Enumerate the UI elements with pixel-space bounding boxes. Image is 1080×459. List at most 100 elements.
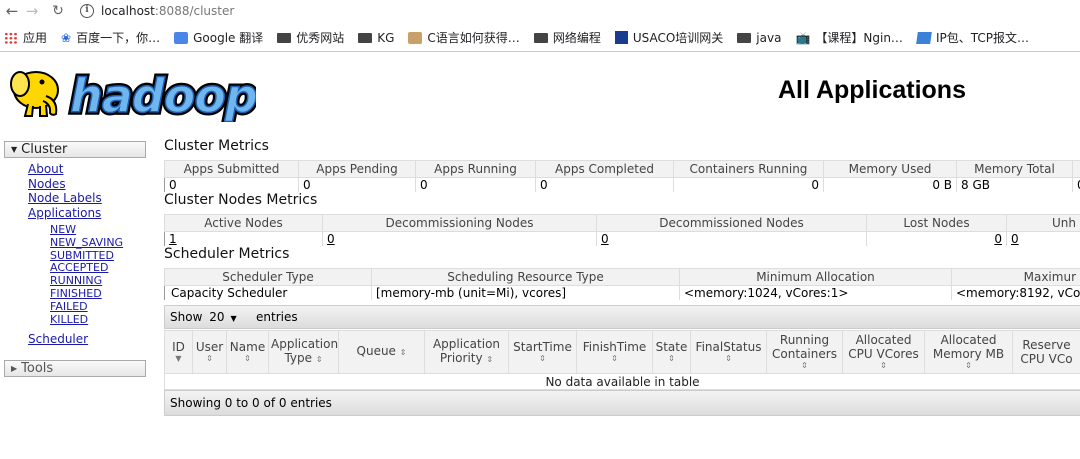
col-state[interactable]: State ⇕ bbox=[652, 330, 691, 374]
col-label: Name bbox=[229, 340, 266, 354]
reload-icon[interactable]: ↻ bbox=[48, 0, 68, 22]
nodes-metrics-title: Cluster Nodes Metrics bbox=[164, 192, 318, 208]
link-active-nodes[interactable]: 1 bbox=[169, 232, 177, 246]
elephant-icon bbox=[10, 71, 59, 117]
nav-state-failed[interactable]: FAILED bbox=[50, 300, 123, 314]
bookmark-label: java bbox=[756, 30, 782, 45]
col-allocated-memory-mb[interactable]: Allocated Memory MB ⇕ bbox=[924, 330, 1013, 374]
col-reserved-cpu-vcores[interactable]: Reserve CPU VCo bbox=[1012, 330, 1080, 374]
col-apps-running: Apps Running bbox=[415, 160, 536, 178]
nav-link-about[interactable]: About bbox=[28, 162, 102, 177]
col-maximum-allocation: Maximur bbox=[951, 268, 1080, 286]
hadoop-logo[interactable]: hadoop hadoop bbox=[6, 60, 256, 122]
sort-both-icon: ⇕ bbox=[315, 355, 323, 364]
bookmark-label: 【课程】Ngin… bbox=[815, 31, 903, 45]
bookmark-baidu[interactable]: ❀ 百度一下，你… bbox=[61, 29, 160, 46]
link-unhealthy-nodes[interactable]: 0 bbox=[1011, 232, 1019, 246]
bookmark-label: USACO培训网关 bbox=[632, 31, 724, 45]
val-memory-total: 8 GB bbox=[956, 177, 1073, 192]
bookmark-label: IP包、TCP报文… bbox=[935, 31, 1029, 45]
bookmark-usaco[interactable]: USACO培训网关 bbox=[614, 29, 724, 46]
val-containers-running: 0 bbox=[673, 177, 824, 192]
val-scheduling-resource-type: [memory-mb (unit=Mi), vcores] bbox=[371, 285, 680, 300]
nav-link-applications[interactable]: Applications bbox=[28, 206, 102, 221]
entries-label: entries bbox=[256, 310, 298, 324]
nav-cluster-label: Cluster bbox=[21, 142, 68, 157]
col-start-time[interactable]: StartTime ⇕ bbox=[508, 330, 577, 374]
sort-both-icon: ⇕ bbox=[801, 361, 808, 370]
apps-length-toolbar: Show 20 ▼ entries bbox=[164, 305, 1080, 329]
bookmark-folder-kg[interactable]: KG bbox=[358, 31, 394, 45]
folder-icon bbox=[358, 32, 373, 43]
bookmark-folder-sites[interactable]: 优秀网站 bbox=[277, 29, 344, 46]
sort-both-icon: ⇕ bbox=[880, 361, 887, 370]
folder-icon bbox=[277, 32, 292, 43]
col-memory-used: Memory Used bbox=[823, 160, 957, 178]
nav-cluster-list: About Nodes Node Labels Applications bbox=[28, 162, 102, 220]
page-size-select[interactable]: 20 ▼ bbox=[209, 306, 249, 330]
col-label: Application Type bbox=[271, 337, 339, 365]
nav-state-new-saving[interactable]: NEW_SAVING bbox=[50, 236, 123, 250]
link-decommissioning-nodes[interactable]: 0 bbox=[327, 232, 335, 246]
col-application-priority[interactable]: Application Priority ⇕ bbox=[424, 330, 509, 374]
sort-both-icon: ⇕ bbox=[965, 361, 972, 370]
col-running-containers[interactable]: Running Containers ⇕ bbox=[766, 330, 843, 374]
nav-cluster-toggle[interactable]: ▼ Cluster bbox=[4, 141, 146, 158]
col-name[interactable]: Name ⇕ bbox=[226, 330, 269, 374]
bookmark-folder-java[interactable]: java bbox=[737, 31, 781, 45]
col-finish-time[interactable]: FinishTime ⇕ bbox=[576, 330, 653, 374]
bookmark-label: 优秀网站 bbox=[296, 31, 345, 45]
nav-state-new[interactable]: NEW bbox=[50, 223, 123, 237]
link-lost-nodes[interactable]: 0 bbox=[994, 232, 1002, 246]
col-label: FinalStatus bbox=[695, 340, 762, 354]
forward-arrow-icon[interactable]: → bbox=[22, 0, 42, 22]
dropdown-arrow-icon: ▼ bbox=[230, 314, 237, 323]
col-application-type[interactable]: Application Type ⇕ bbox=[268, 330, 339, 374]
bookmark-ip-tcp[interactable]: IP包、TCP报文… bbox=[916, 29, 1029, 46]
back-arrow-icon[interactable]: ← bbox=[2, 0, 22, 22]
col-containers-running: Containers Running bbox=[673, 160, 824, 178]
bookmarks-bar: 应用 ❀ 百度一下，你… Google 翻译 优秀网站 KG C语言如何获得… 网… bbox=[0, 24, 1080, 52]
col-overflow bbox=[1072, 160, 1080, 178]
col-label: Queue bbox=[356, 344, 396, 358]
address-bar[interactable]: localhost:8088/cluster bbox=[101, 4, 234, 18]
sort-both-icon: ⇕ bbox=[725, 354, 732, 363]
nav-link-node-labels[interactable]: Node Labels bbox=[28, 191, 102, 206]
applications-table: ID ▼ User ⇕ Name ⇕ Application Type ⇕ Queue… bbox=[164, 330, 1080, 390]
col-user[interactable]: User ⇕ bbox=[192, 330, 227, 374]
site-info-icon[interactable]: i bbox=[80, 4, 94, 18]
sort-both-icon: ⇕ bbox=[399, 348, 407, 357]
sort-both-icon: ⇕ bbox=[486, 355, 494, 364]
bookmark-label: 网络编程 bbox=[552, 31, 601, 45]
nav-tools-toggle[interactable]: ▶ Tools bbox=[4, 360, 146, 377]
col-final-status[interactable]: FinalStatus ⇕ bbox=[690, 330, 767, 374]
bookmark-c-language[interactable]: C语言如何获得… bbox=[408, 29, 520, 46]
cluster-metrics-table: Apps Submitted Apps Pending Apps Running… bbox=[164, 160, 1080, 192]
col-allocated-cpu-vcores[interactable]: Allocated CPU VCores ⇕ bbox=[842, 330, 925, 374]
nav-link-nodes[interactable]: Nodes bbox=[28, 177, 102, 192]
col-scheduling-resource-type: Scheduling Resource Type bbox=[371, 268, 680, 286]
show-label: Show bbox=[170, 310, 203, 324]
page-title: All Applications bbox=[778, 76, 966, 104]
col-decommissioned-nodes: Decommissioned Nodes bbox=[596, 214, 867, 232]
nav-link-scheduler[interactable]: Scheduler bbox=[28, 332, 88, 346]
val-apps-running: 0 bbox=[415, 177, 536, 192]
note-icon bbox=[916, 31, 932, 44]
nav-state-finished[interactable]: FINISHED bbox=[50, 287, 123, 301]
col-queue[interactable]: Queue ⇕ bbox=[338, 330, 425, 374]
page-size-value: 20 bbox=[209, 310, 225, 324]
bookmark-folder-network[interactable]: 网络编程 bbox=[533, 29, 601, 46]
col-label: Running Containers bbox=[772, 333, 837, 361]
sort-both-icon: ⇕ bbox=[611, 354, 618, 363]
bookmark-apps[interactable]: 应用 bbox=[4, 29, 47, 46]
val-minimum-allocation: <memory:1024, vCores:1> bbox=[679, 285, 952, 300]
bookmark-google-translate[interactable]: Google 翻译 bbox=[174, 29, 263, 46]
bookmark-nginx-course[interactable]: 📺 【课程】Ngin… bbox=[795, 29, 903, 46]
user-avatar-icon bbox=[408, 31, 423, 44]
col-decommissioning-nodes: Decommissioning Nodes bbox=[322, 214, 597, 232]
link-decommissioned-nodes[interactable]: 0 bbox=[601, 232, 609, 246]
col-id[interactable]: ID ▼ bbox=[164, 330, 193, 374]
bookmark-label: KG bbox=[377, 30, 395, 45]
usaco-logo-icon bbox=[614, 31, 628, 44]
nav-state-killed[interactable]: KILLED bbox=[50, 313, 123, 327]
